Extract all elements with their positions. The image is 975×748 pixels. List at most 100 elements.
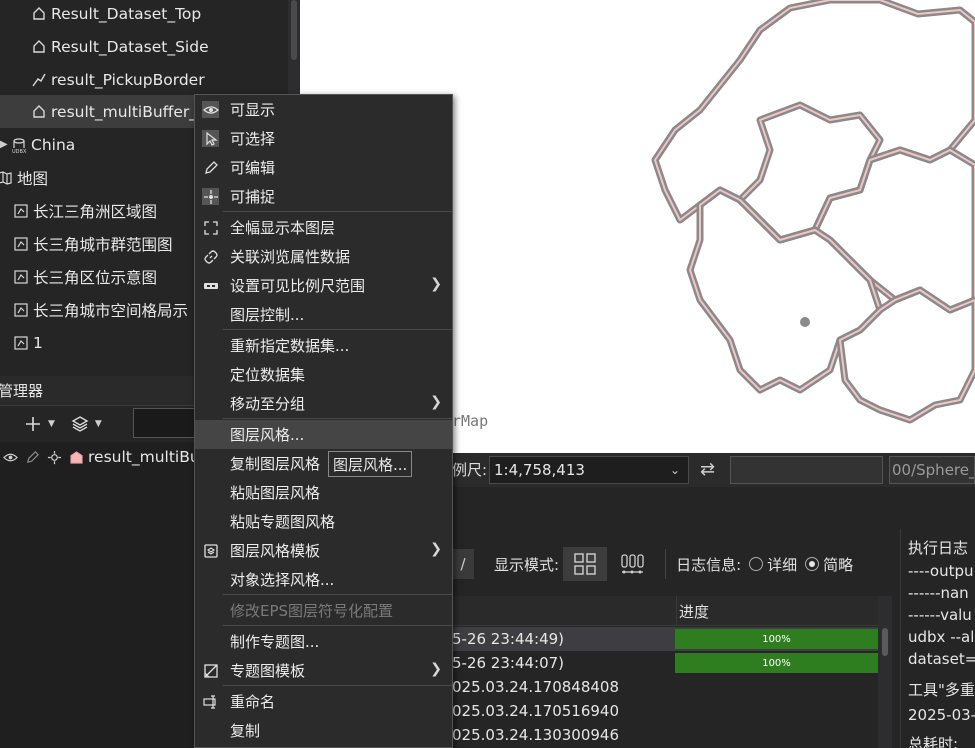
tree-item-map-2[interactable]: 长三角城市群范围图 xyxy=(12,227,173,260)
submenu-arrow-icon: ❯ xyxy=(430,541,442,557)
menu-item-full-extent[interactable]: 全幅显示本图层 xyxy=(195,213,452,242)
visible-icon[interactable] xyxy=(0,447,20,467)
menu-item-label: 关联浏览属性数据 xyxy=(230,248,351,266)
task-scrollbar[interactable] xyxy=(878,596,892,748)
execution-log-panel: 执行日志 ----outpu ------nan ------valu udbx… xyxy=(900,529,975,748)
snap-icon[interactable] xyxy=(44,447,64,467)
map-document-icon xyxy=(12,235,30,253)
chevron-down-icon: ▼ xyxy=(94,419,102,429)
tree-item-map-1[interactable]: 长江三角洲区域图 xyxy=(12,194,157,227)
menu-item-label: 可选择 xyxy=(230,130,276,148)
tree-item-map-3[interactable]: 长三角区位示意图 xyxy=(12,260,157,293)
layer-group-button[interactable]: ▼ xyxy=(65,410,108,438)
line-icon xyxy=(30,71,48,89)
layer-manager-row[interactable]: result_multiBu xyxy=(0,442,200,472)
chevron-down-icon[interactable]: ⌄ xyxy=(670,463,680,477)
menu-item-selectable[interactable]: 可选择 xyxy=(195,124,452,153)
tree-item-result-pickupborder[interactable]: result_PickupBorder xyxy=(30,63,205,96)
map-watermark: rMap xyxy=(452,412,489,430)
task-row[interactable]: 025.03.24.130300946 xyxy=(452,723,878,747)
task-row[interactable]: 025.03.24.170516940 xyxy=(452,699,878,723)
menu-item-selection-style[interactable]: 对象选择风格... xyxy=(195,565,452,594)
menu-item-paste-thematic-style[interactable]: 粘贴专题图风格 xyxy=(195,507,452,536)
udbx-datasource-icon: UDBX xyxy=(10,136,28,154)
link-icon xyxy=(202,248,219,265)
task-row[interactable]: 5-26 23:44:07) 100% xyxy=(452,651,878,675)
full-extent-icon xyxy=(202,219,219,236)
flow-view-button[interactable] xyxy=(611,547,655,581)
tree-item-map-5[interactable]: 1 xyxy=(12,326,43,359)
snap-icon xyxy=(202,188,219,205)
menu-item-make-thematic-map[interactable]: 制作专题图... xyxy=(195,627,452,656)
menu-item-rename[interactable]: 重命名 xyxy=(195,687,452,716)
coordinate-input[interactable] xyxy=(730,456,883,484)
menu-item-layer-style[interactable]: 图层风格... xyxy=(195,420,452,449)
tree-item-result-dataset-side[interactable]: Result_Dataset_Side xyxy=(30,30,209,63)
expand-caret-icon[interactable]: ▶ xyxy=(0,139,10,150)
menu-item-paste-layer-style[interactable]: 粘贴图层风格 xyxy=(195,478,452,507)
progress-column-header[interactable]: 进度 xyxy=(676,596,709,626)
menu-item-visible-scale-range[interactable]: 设置可见比例尺范围 ❯ xyxy=(195,271,452,300)
region-icon xyxy=(30,5,48,23)
menu-item-layer-control[interactable]: 图层控制... xyxy=(195,300,452,329)
menu-item-label: 全幅显示本图层 xyxy=(230,219,336,237)
scrollbar-thumb[interactable] xyxy=(882,628,888,656)
menu-item-move-to-group[interactable]: 移动至分组 ❯ xyxy=(195,389,452,418)
tree-item-label: 长三角区位示意图 xyxy=(33,268,158,287)
display-mode-label: 显示模式: xyxy=(494,555,560,574)
task-name: 025.03.24.130300946 xyxy=(452,726,619,744)
task-row[interactable]: 5-26 23:44:49) 100% xyxy=(452,627,878,651)
log-line: 总耗时: xyxy=(908,735,959,748)
menu-item-link-attributes[interactable]: 关联浏览属性数据 xyxy=(195,242,452,271)
menu-item-copy-layer-style[interactable]: 复制图层风格 xyxy=(195,449,452,478)
menu-item-label: 可编辑 xyxy=(230,159,276,177)
add-layer-button[interactable]: ▼ xyxy=(18,410,61,438)
task-action-button[interactable]: ∕ xyxy=(452,549,474,579)
menu-item-reassign-dataset[interactable]: 重新指定数据集... xyxy=(195,331,452,360)
log-brief-radio[interactable]: 简略 xyxy=(805,554,853,575)
tree-item-china-datasource[interactable]: ▶ UDBX China xyxy=(0,128,75,161)
tree-item-result-dataset-top[interactable]: Result_Dataset_Top xyxy=(30,0,201,30)
log-line: 工具"多重 xyxy=(908,681,975,699)
log-detailed-radio[interactable]: 详细 xyxy=(749,554,797,575)
menu-separator xyxy=(223,329,452,330)
menu-item-label: 重新指定数据集... xyxy=(230,337,350,355)
menu-separator xyxy=(223,685,452,686)
scale-label: 例尺: xyxy=(452,461,488,479)
menu-separator xyxy=(223,418,452,419)
menu-item-copy[interactable]: 复制 xyxy=(195,716,452,745)
menu-item-locate-dataset[interactable]: 定位数据集 xyxy=(195,360,452,389)
log-line: dataset= xyxy=(908,650,975,668)
task-row[interactable]: 025.03.24.170848408 xyxy=(452,675,878,699)
task-toolbar: ∕ 显示模式: 日志信息: 详细 简略 xyxy=(452,546,853,582)
menu-item-snappable[interactable]: 可捕捉 xyxy=(195,182,452,211)
tree-item-map-4[interactable]: 长三角城市空间格局示 xyxy=(12,293,188,326)
scrollbar-thumb[interactable] xyxy=(291,0,297,60)
menu-item-thematic-template[interactable]: 专题图模板 ❯ xyxy=(195,656,452,685)
grid-view-button[interactable] xyxy=(563,547,608,581)
layer-search-input[interactable] xyxy=(133,408,203,438)
grid-icon xyxy=(574,553,596,575)
menu-item-label: 专题图模板 xyxy=(230,662,306,680)
radio-indicator xyxy=(805,557,820,571)
layer-manager-title: 管理器 xyxy=(0,382,44,400)
edit-icon[interactable] xyxy=(22,447,42,467)
log-line: udbx --al xyxy=(908,628,975,646)
tree-item-label: Result_Dataset_Top xyxy=(51,4,202,23)
scale-select[interactable]: 1:4,758,413 ⌄ xyxy=(489,456,689,484)
task-name: 5-26 23:44:07) xyxy=(452,654,565,672)
swap-coordinates-icon[interactable]: ⇄ xyxy=(700,459,715,480)
tree-item-maps[interactable]: 地图 xyxy=(0,161,48,194)
menu-item-label: 图层风格... xyxy=(230,426,305,444)
scale-range-icon xyxy=(202,277,219,294)
progress-bar: 100% xyxy=(675,653,878,673)
tree-item-label: 长三角城市群范围图 xyxy=(33,235,173,254)
menu-item-visible[interactable]: 可显示 xyxy=(195,95,452,124)
tree-item-label: result_PickupBorder xyxy=(51,70,205,89)
layer-context-menu: 可显示 可选择 可编辑 可捕捉 全幅显示本图层 关联浏览属性数据 设置可见比例尺… xyxy=(194,94,453,748)
crs-field[interactable]: 00/Sphere_M xyxy=(889,456,975,484)
menu-item-label: 可捕捉 xyxy=(230,188,276,206)
menu-item-layer-style-template[interactable]: 图层风格模板 ❯ xyxy=(195,536,452,565)
task-name: 025.03.24.170516940 xyxy=(452,702,619,720)
menu-item-editable[interactable]: 可编辑 xyxy=(195,153,452,182)
